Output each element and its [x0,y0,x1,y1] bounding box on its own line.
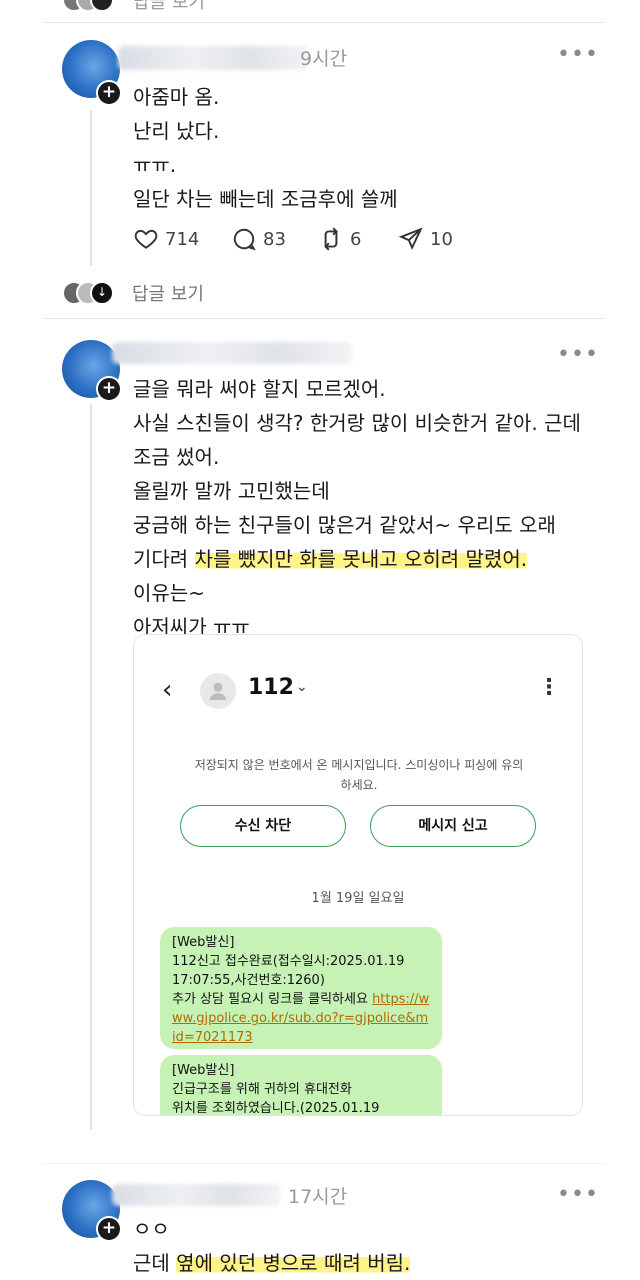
highlighted-text: 옆에 있던 병으로 때려 버림. [176,1251,411,1275]
report-message-button[interactable]: 메시지 신고 [370,805,536,847]
repost-button[interactable]: 6 [318,226,361,252]
comment-icon [233,228,256,251]
message-bubble[interactable]: [Web발신] 긴급구조를 위해 귀하의 휴대전화 위치를 조회하였습니다.(2… [160,1055,442,1116]
username-redacted[interactable] [118,46,308,70]
post-line: 조금 썼어. [133,445,220,469]
thread-line [90,110,92,266]
share-button[interactable]: 10 [398,226,453,252]
sms-screenshot-image[interactable]: ‹ 112 ⌄ ⋮ 저장되지 않은 번호에서 온 메시지입니다. 스미싱이나 피… [133,634,583,1116]
post-time: 17시간 [288,1186,348,1208]
divider [43,318,605,319]
post-text: 기다려 [133,547,195,571]
repost-count: 6 [350,228,362,250]
follow-plus-icon[interactable]: + [96,1216,122,1242]
post-body: 글을 뭐라 써야 할지 모르겠어. 사실 스친들이 생각? 한거랑 많이 비슷한… [133,372,581,644]
send-icon [398,227,423,251]
post-time: 9시간 [300,48,348,70]
divider [43,22,605,23]
message-line: 17:07:55,사건번호:1260) [172,973,325,988]
post-line: 올릴까 말까 고민했는데 [133,479,330,503]
post-text: 근데 [133,1251,177,1275]
follow-plus-icon[interactable]: + [96,376,122,402]
kebab-menu-icon[interactable]: ⋮ [538,675,560,700]
post-line: 아줌마 옴. [133,85,220,109]
username-redacted[interactable] [112,342,352,364]
message-line: 112신고 접수완료(접수일시:2025.01.19 [172,954,405,969]
post-line: 근데 옆에 있던 병으로 때려 버림. [133,1246,411,1280]
chevron-down-icon[interactable]: ⌄ [296,679,308,695]
post-body: ㅇㅇ 근데 옆에 있던 병으로 때려 버림. [133,1212,411,1280]
repost-icon [324,227,338,251]
back-chevron-icon[interactable]: ‹ [162,675,172,705]
spam-notice: 저장되지 않은 번호에서 온 메시지입니다. 스미싱이나 피싱에 유의하세요. [194,758,524,792]
post-line: 난리 났다. [133,119,220,143]
contact-avatar-icon [200,673,236,709]
post-line: 사실 스친들이 생각? 한거랑 많이 비슷한거 같아. 근데 [133,411,581,435]
username-redacted[interactable] [112,1184,280,1206]
view-replies[interactable]: ↓ 답글 보기 [62,280,204,306]
like-button[interactable]: 714 [133,226,199,252]
share-count: 10 [430,228,453,250]
message-date: 1월 19일 일요일 [311,891,405,906]
message-line: 위치를 조회하였습니다.(2025.01.19 [172,1101,380,1116]
message-line: [Web발신] [172,1063,235,1078]
post-line: 궁금해 하는 친구들이 많은거 같았서~ 우리도 오래 [133,513,556,537]
like-count: 714 [165,228,200,250]
top-avatars [62,0,114,12]
view-replies-label: 답글 보기 [132,284,204,305]
follow-plus-icon[interactable]: + [96,80,122,106]
highlighted-text: 차를 뺐지만 화를 못내고 오히려 말렸어. [194,547,528,571]
post-line: 일단 차는 빼는데 조금후에 쓸께 [133,187,398,211]
message-bubble[interactable]: [Web발신] 112신고 접수완료(접수일시:2025.01.19 17:07… [160,927,442,1049]
post-line: ㅠㅠ. [133,153,177,177]
post-line: 기다려 차를 뺐지만 화를 못내고 오히려 말렸어. [133,542,581,576]
comment-button[interactable]: 83 [231,226,286,252]
message-text: 추가 상담 필요시 링크를 클릭하세요 [172,992,373,1007]
more-options-icon[interactable]: ••• [557,342,599,367]
divider [43,1163,605,1164]
post-line: ㅇㅇ [133,1217,170,1241]
more-options-icon[interactable]: ••• [557,42,599,67]
message-line: 추가 상담 필요시 링크를 클릭하세요 https://www.gjpolice… [172,990,430,1047]
block-sender-button[interactable]: 수신 차단 [180,805,346,847]
more-options-icon[interactable]: ••• [557,1182,599,1207]
post-body: 아줌마 옴. 난리 났다. ㅠㅠ. 일단 차는 빼는데 조금후에 쓸께 [133,80,398,216]
mini-avatar: ↓ [90,281,114,305]
comment-count: 83 [263,228,286,250]
message-line: 긴급구조를 위해 귀하의 휴대전화 [172,1082,352,1097]
sender-number: 112 [248,675,294,700]
message-line: [Web발신] [172,935,235,950]
post-line: 글을 뭐라 써야 할지 모르겠어. [133,377,386,401]
thread-line [90,404,92,1130]
heart-icon [134,229,158,249]
top-replies-label[interactable]: 답글 보기 [133,0,205,14]
post-line: 이유는~ [133,581,205,605]
